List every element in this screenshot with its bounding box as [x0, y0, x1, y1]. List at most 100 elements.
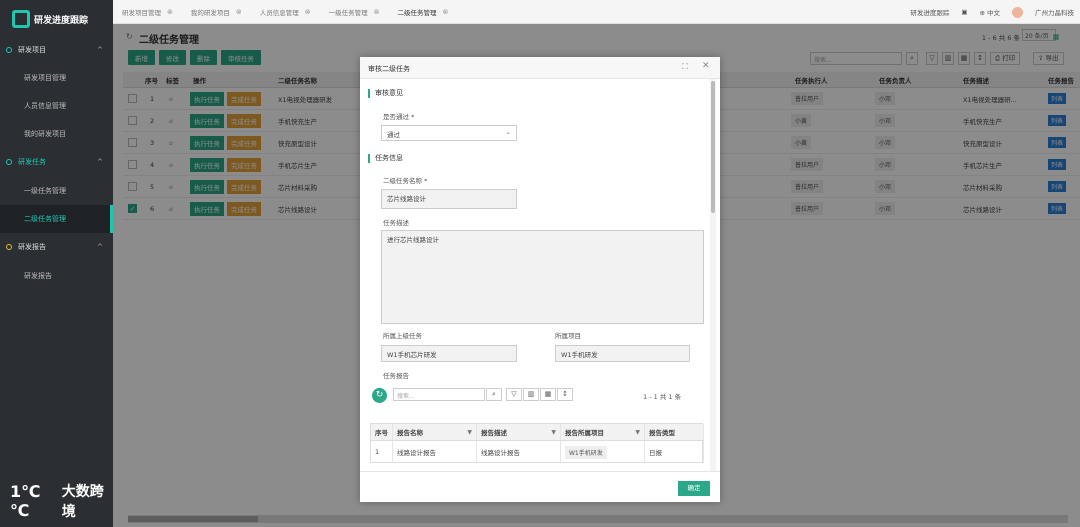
logo-icon — [12, 10, 30, 28]
report-table: 序号 报告名称 ▼ 报告描述 ▼ 报告所属项目 ▼ 报告类型 1 线路设计报告 线路设… — [370, 423, 704, 463]
sidebar-item-label: 人员信息管理 — [24, 102, 66, 110]
column-header[interactable]: 报告所属项目 ▼ — [561, 424, 645, 440]
review-task-dialog: 审核二级任务 ⛶ ✕ 审核意见 是否通过 * 通过 ⌄ 任务信息 二级任务名称 … — [360, 57, 720, 502]
watermark-logo: 1℃℃ — [10, 482, 41, 520]
chevron-down-icon: ⌄ — [505, 128, 511, 136]
sidebar: 研发进度跟踪 研发项目 ^ 研发项目管理 人员信息管理 我的研发项目 研发任务 … — [0, 0, 113, 527]
tab-label: 一级任务管理 — [328, 8, 368, 17]
column-header[interactable]: 报告描述 ▼ — [477, 424, 561, 440]
sidebar-item-label: 一级任务管理 — [24, 187, 66, 195]
columns-icon[interactable]: ▦ — [540, 388, 556, 401]
circle-icon — [6, 159, 12, 165]
avatar[interactable] — [1012, 6, 1023, 18]
chevron-up-icon: ^ — [97, 243, 103, 251]
task-name-field[interactable]: 芯片线路设计 — [381, 189, 517, 209]
sidebar-item-reports[interactable]: 研发报告 — [0, 262, 113, 290]
column-header[interactable]: 报告类型 — [645, 424, 704, 440]
topbar-link[interactable]: 研发进度跟踪 — [910, 7, 949, 17]
report-pager-info: 1 - 1 共 1 条 — [643, 393, 682, 401]
task-desc-field[interactable]: 进行芯片线路设计 — [381, 230, 704, 324]
section-review-title: 审核意见 — [368, 89, 403, 98]
parent-task-label: 所属上级任务 — [383, 332, 422, 340]
sidebar-group-projects[interactable]: 研发项目 ^ — [0, 38, 113, 62]
confirm-button[interactable]: 确定 — [678, 481, 710, 496]
pass-value: 通过 — [387, 131, 400, 139]
search-icon[interactable]: ⌕ — [486, 388, 502, 401]
language-switch[interactable]: ⊕ 中文 — [979, 7, 1000, 17]
close-icon[interactable]: ⊗ — [443, 8, 449, 16]
tab-label: 研发项目管理 — [122, 8, 161, 17]
app-root: 研发进度跟踪 研发项目 ^ 研发项目管理 人员信息管理 我的研发项目 研发任务 … — [0, 0, 1080, 527]
column-header-label: 报告描述 — [481, 429, 507, 437]
dialog-header: 审核二级任务 ⛶ ✕ — [360, 57, 720, 79]
sidebar-item-project-mgmt[interactable]: 研发项目管理 — [0, 64, 113, 92]
caret-down-icon[interactable]: ▼ — [551, 429, 556, 436]
tab-level2-tasks[interactable]: 二级任务管理 ⊗ — [389, 0, 458, 24]
report-row-name: 线路设计报告 — [393, 441, 477, 463]
watermark-text: 大数跨境 — [61, 484, 104, 520]
sidebar-item-label: 二级任务管理 — [24, 215, 66, 223]
sidebar-group-reports[interactable]: 研发报告 ^ — [0, 235, 113, 259]
app-title: 研发进度跟踪 — [34, 15, 89, 26]
tab-personnel[interactable]: 人员信息管理 ⊗ — [251, 0, 320, 24]
table-row[interactable]: 1 线路设计报告 线路设计报告 W1手机研发 日报 — [371, 441, 704, 463]
tab-label: 我的研发项目 — [190, 8, 230, 17]
close-icon[interactable]: ⊗ — [236, 8, 242, 16]
sidebar-item-label: 研发项目管理 — [24, 74, 66, 82]
row-height-icon[interactable]: ↕ — [557, 388, 573, 401]
task-desc-label: 任务描述 — [383, 219, 409, 227]
sidebar-item-label: 研发报告 — [24, 272, 52, 280]
topbar-right: 研发进度跟踪 ▣ ⊕ 中文 广州力晶科技 — [910, 0, 1074, 24]
column-header[interactable]: 序号 — [371, 424, 393, 440]
scroll-thumb[interactable] — [711, 81, 715, 213]
report-search-input[interactable]: 搜索... — [393, 388, 485, 401]
chevron-up-icon: ^ — [97, 158, 103, 166]
sidebar-item-personnel[interactable]: 人员信息管理 — [0, 92, 113, 120]
report-row-project: W1手机研发 — [561, 441, 645, 463]
filter-icon[interactable]: ▽ — [506, 388, 522, 401]
close-icon[interactable]: ⊗ — [305, 8, 311, 16]
caret-down-icon[interactable]: ▼ — [467, 429, 472, 436]
project-label: 所属项目 — [555, 332, 581, 340]
sidebar-group-tasks[interactable]: 研发任务 ^ — [0, 150, 113, 174]
dialog-scrollbar[interactable] — [710, 79, 716, 471]
sidebar-item-my-projects[interactable]: 我的研发项目 — [0, 120, 113, 148]
sidebar-item-level1-tasks[interactable]: 一级任务管理 — [0, 177, 113, 205]
close-icon[interactable]: ⊗ — [167, 8, 173, 16]
circle-icon — [6, 47, 12, 53]
sidebar-item-label: 我的研发项目 — [24, 130, 66, 138]
report-row-desc: 线路设计报告 — [477, 441, 561, 463]
task-name-label: 二级任务名称 * — [383, 177, 428, 185]
close-icon[interactable]: ✕ — [702, 61, 710, 71]
column-header-label: 报告所属项目 — [565, 429, 604, 437]
tab-my-projects[interactable]: 我的研发项目 ⊗ — [182, 0, 251, 24]
refresh-icon[interactable]: ↻ — [372, 388, 387, 403]
tab-level1-tasks[interactable]: 一级任务管理 ⊗ — [320, 0, 389, 24]
pass-label: 是否通过 * — [383, 113, 415, 121]
circle-icon — [6, 244, 12, 250]
report-row-type: 日报 — [645, 441, 704, 463]
company-name[interactable]: 广州力晶科技 — [1035, 7, 1074, 17]
pass-select[interactable]: 通过 ⌄ — [381, 125, 517, 141]
task-report-label: 任务报告 — [383, 372, 409, 380]
calendar-icon[interactable]: ▣ — [961, 8, 967, 16]
maximize-icon[interactable]: ⛶ — [682, 62, 688, 72]
project-field[interactable]: W1手机研发 — [555, 345, 690, 362]
tab-project-mgmt[interactable]: 研发项目管理 ⊗ — [113, 0, 182, 24]
globe-icon: ⊕ — [979, 9, 987, 17]
sidebar-group-label: 研发任务 — [18, 158, 46, 166]
watermark: 1℃℃ 大数跨境 — [10, 481, 113, 521]
chart-icon[interactable]: ▥ — [523, 388, 539, 401]
sidebar-item-level2-tasks[interactable]: 二级任务管理 — [0, 205, 113, 233]
caret-down-icon[interactable]: ▼ — [635, 429, 640, 436]
column-header[interactable]: 报告名称 ▼ — [393, 424, 477, 440]
dialog-footer: 确定 — [360, 471, 720, 502]
chevron-up-icon: ^ — [97, 46, 103, 54]
sidebar-group-label: 研发报告 — [18, 243, 46, 251]
close-icon[interactable]: ⊗ — [374, 8, 380, 16]
column-header-label: 报告名称 — [397, 429, 423, 437]
parent-task-field[interactable]: W1手机芯片研发 — [381, 345, 517, 362]
project-tag: W1手机研发 — [565, 445, 607, 459]
language-label: 中文 — [987, 9, 1000, 17]
dialog-body: 审核意见 是否通过 * 通过 ⌄ 任务信息 二级任务名称 * 芯片线路设计 任务… — [360, 79, 710, 471]
